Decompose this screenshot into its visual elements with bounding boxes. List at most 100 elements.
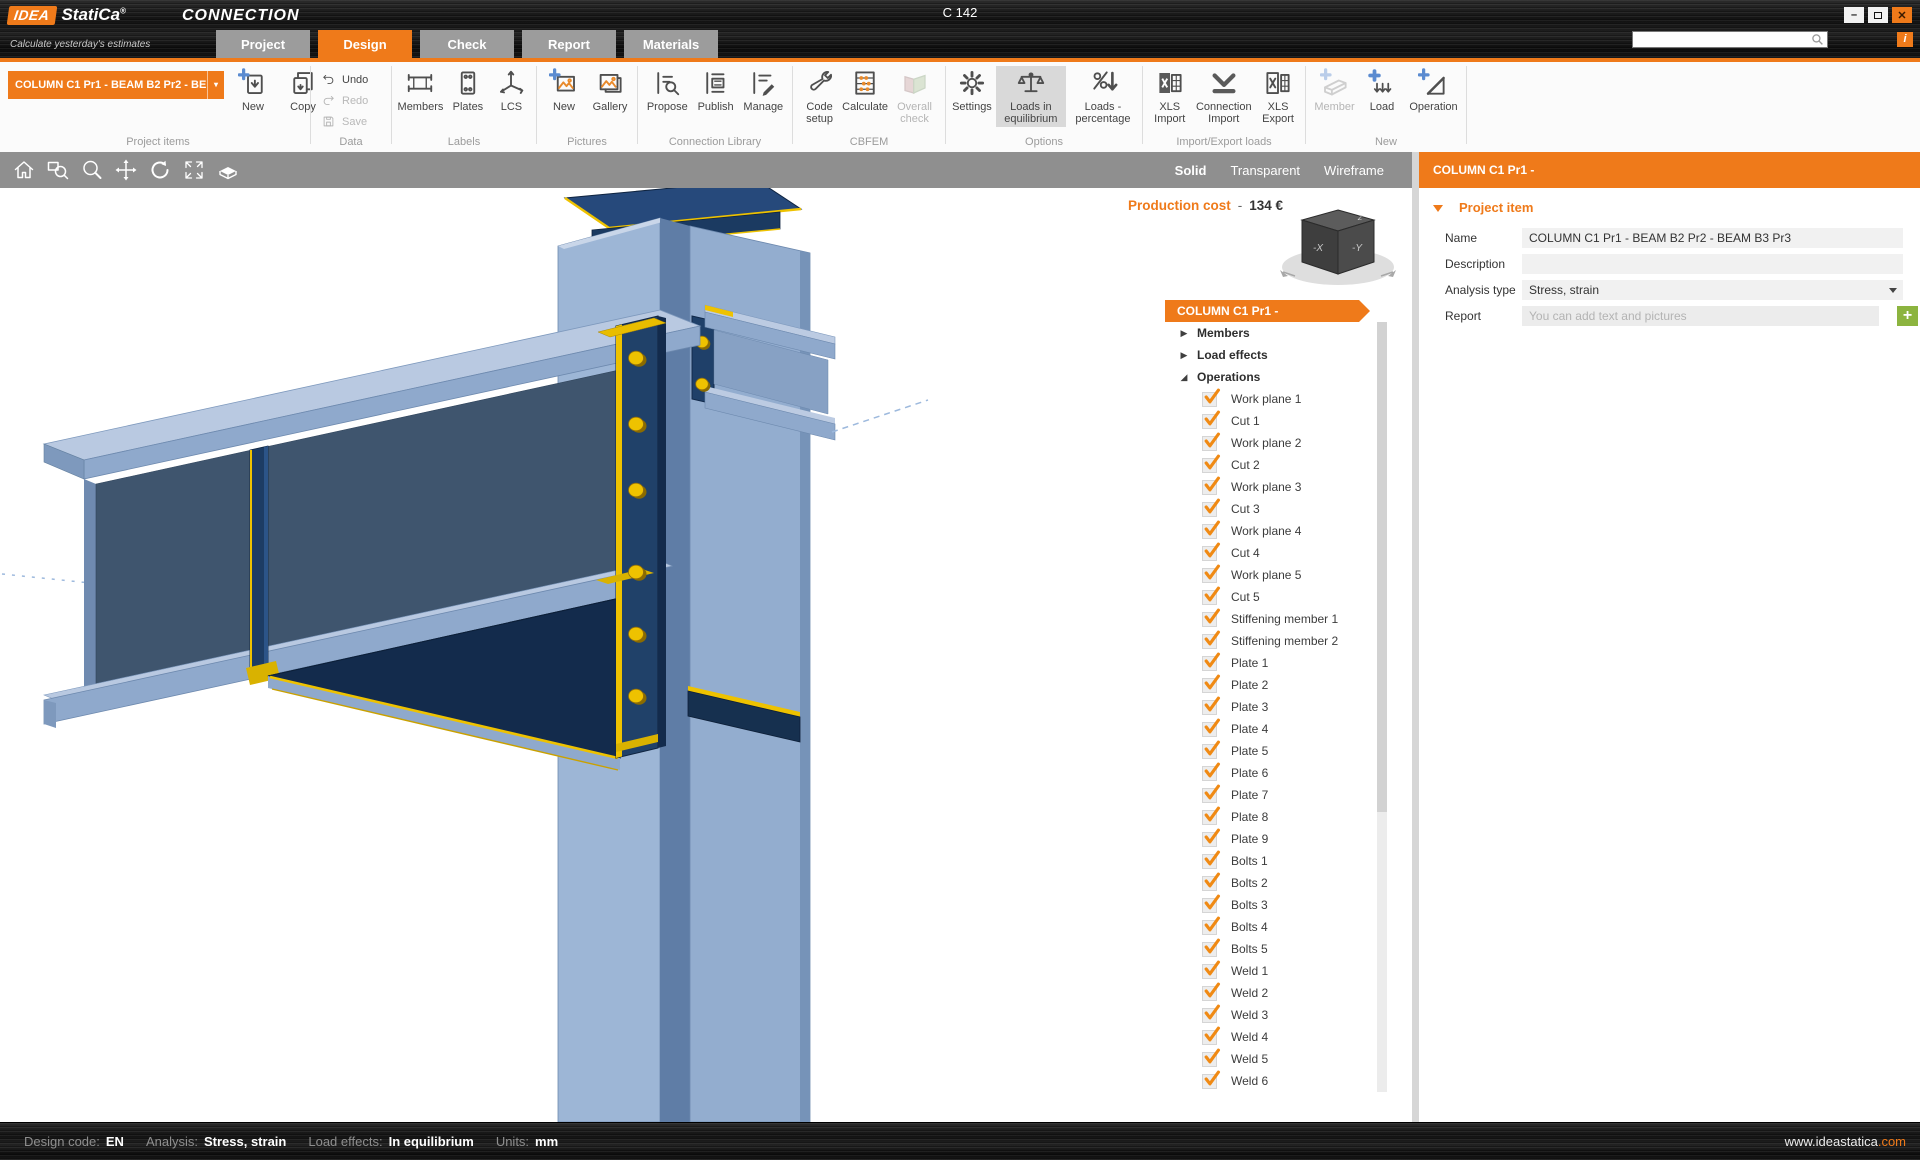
ribbon-button-code-setup[interactable]: Code setup [795, 66, 844, 127]
checkbox-checked[interactable] [1202, 656, 1217, 671]
search-box[interactable] [1632, 31, 1828, 48]
expanded-icon[interactable]: ◢ [1177, 372, 1191, 383]
tree-item-weld-5[interactable]: Weld 5 [1165, 1048, 1397, 1070]
report-field[interactable]: You can add text and pictures [1522, 306, 1879, 326]
tab-project[interactable]: Project [216, 30, 310, 58]
navigation-cube[interactable]: -X -Y Z [1276, 204, 1402, 294]
ribbon-button-members[interactable]: Members [396, 66, 446, 115]
name-field[interactable]: COLUMN C1 Pr1 - BEAM B2 Pr2 - BEAM B3 Pr… [1522, 228, 1903, 248]
checkbox-checked[interactable] [1202, 788, 1217, 803]
checkbox-checked[interactable] [1202, 436, 1217, 451]
tab-design[interactable]: Design [318, 30, 412, 58]
tree-item-stiffening-member-2[interactable]: Stiffening member 2 [1165, 630, 1397, 652]
pan-icon[interactable] [114, 158, 138, 182]
render-mode-transparent[interactable]: Transparent [1230, 163, 1300, 178]
checkbox-checked[interactable] [1202, 546, 1217, 561]
checkbox-checked[interactable] [1202, 524, 1217, 539]
tree-item-plate-8[interactable]: Plate 8 [1165, 806, 1397, 828]
checkbox-checked[interactable] [1202, 700, 1217, 715]
checkbox-checked[interactable] [1202, 634, 1217, 649]
checkbox-checked[interactable] [1202, 744, 1217, 759]
tree-item-weld-6[interactable]: Weld 6 [1165, 1070, 1397, 1092]
description-field[interactable] [1522, 254, 1903, 274]
ribbon-button-loads-in-equilibrium[interactable]: Loads in equilibrium [996, 66, 1066, 127]
ribbon-button-connection-import[interactable]: Connection Import [1194, 66, 1253, 127]
ribbon-button-save[interactable]: Save [321, 111, 367, 132]
checkbox-checked[interactable] [1202, 1008, 1217, 1023]
ribbon-button-load[interactable]: Load [1361, 66, 1403, 115]
ribbon-button-xls-import[interactable]: XLS Import [1145, 66, 1194, 127]
ribbon-button-undo[interactable]: Undo [321, 69, 368, 90]
checkbox-checked[interactable] [1202, 1074, 1217, 1089]
add-report-content-button[interactable]: + [1897, 306, 1918, 326]
tree-item-bolts-1[interactable]: Bolts 1 [1165, 850, 1397, 872]
checkbox-checked[interactable] [1202, 480, 1217, 495]
ribbon-button-loads-percentage[interactable]: Loads - percentage [1068, 66, 1138, 127]
ribbon-button-xls-export[interactable]: XLS Export [1253, 66, 1303, 127]
tree-item-stiffening-member-1[interactable]: Stiffening member 1 [1165, 608, 1397, 630]
tree-item-weld-1[interactable]: Weld 1 [1165, 960, 1397, 982]
tree-item-cut-1[interactable]: Cut 1 [1165, 410, 1397, 432]
tree-item-work-plane-4[interactable]: Work plane 4 [1165, 520, 1397, 542]
tree-item-weld-3[interactable]: Weld 3 [1165, 1004, 1397, 1026]
tree-item-bolts-4[interactable]: Bolts 4 [1165, 916, 1397, 938]
checkbox-checked[interactable] [1202, 920, 1217, 935]
ribbon-button-propose[interactable]: Propose [645, 66, 690, 115]
tree-category-operations[interactable]: ◢Operations [1165, 366, 1397, 388]
tree-item-plate-1[interactable]: Plate 1 [1165, 652, 1397, 674]
ribbon-button-gallery[interactable]: Gallery [589, 66, 631, 115]
checkbox-checked[interactable] [1202, 810, 1217, 825]
chevron-down-icon[interactable]: ▾ [207, 71, 224, 99]
tree-item-weld-4[interactable]: Weld 4 [1165, 1026, 1397, 1048]
tree-item-bolts-3[interactable]: Bolts 3 [1165, 894, 1397, 916]
tree-item-cut-5[interactable]: Cut 5 [1165, 586, 1397, 608]
checkbox-checked[interactable] [1202, 568, 1217, 583]
ribbon-button-operation[interactable]: Operation [1407, 66, 1459, 115]
collapsed-icon[interactable]: ▶ [1177, 328, 1191, 339]
tree-item-cut-4[interactable]: Cut 4 [1165, 542, 1397, 564]
rotate-icon[interactable] [148, 158, 172, 182]
minimize-button[interactable]: – [1844, 7, 1864, 23]
tree-item-weld-2[interactable]: Weld 2 [1165, 982, 1397, 1004]
tree-item-cut-2[interactable]: Cut 2 [1165, 454, 1397, 476]
checkbox-checked[interactable] [1202, 590, 1217, 605]
website-link[interactable]: www.ideastatica.com [1785, 1134, 1906, 1149]
checkbox-checked[interactable] [1202, 854, 1217, 869]
close-button[interactable]: ✕ [1892, 7, 1912, 23]
checkbox-checked[interactable] [1202, 964, 1217, 979]
render-mode-solid[interactable]: Solid [1175, 163, 1207, 178]
search-input[interactable] [1633, 33, 1811, 46]
ribbon-button-plates[interactable]: Plates [447, 66, 489, 115]
tree-scrollbar-thumb[interactable] [1377, 322, 1387, 812]
render-mode-wireframe[interactable]: Wireframe [1324, 163, 1384, 178]
clipping-box-icon[interactable] [216, 158, 240, 182]
ribbon-button-manage[interactable]: Manage [741, 66, 785, 115]
collapsed-icon[interactable]: ▶ [1177, 350, 1191, 361]
tree-category-load-effects[interactable]: ▶Load effects [1165, 344, 1397, 366]
ribbon-button-new[interactable]: New [232, 66, 274, 115]
project-items-dropdown[interactable]: COLUMN C1 Pr1 - BEAM B2 Pr2 - BE▾ [8, 71, 224, 99]
3d-viewport[interactable]: Production cost - 134 € -X -Y Z COLUMN C… [0, 188, 1412, 1122]
info-button[interactable]: i [1897, 32, 1913, 47]
tree-item-plate-9[interactable]: Plate 9 [1165, 828, 1397, 850]
ribbon-button-publish[interactable]: Publish [695, 66, 737, 115]
ribbon-button-calculate[interactable]: Calculate [844, 66, 886, 115]
checkbox-checked[interactable] [1202, 722, 1217, 737]
tree-item-plate-4[interactable]: Plate 4 [1165, 718, 1397, 740]
ribbon-button-lcs[interactable]: LCS [490, 66, 532, 115]
tree-item-plate-3[interactable]: Plate 3 [1165, 696, 1397, 718]
maximize-button[interactable] [1868, 7, 1888, 23]
fit-view-icon[interactable] [182, 158, 206, 182]
tree-item-bolts-5[interactable]: Bolts 5 [1165, 938, 1397, 960]
tree-item-plate-6[interactable]: Plate 6 [1165, 762, 1397, 784]
tree-item-cut-3[interactable]: Cut 3 [1165, 498, 1397, 520]
ribbon-button-redo[interactable]: Redo [321, 90, 368, 111]
tree-header[interactable]: COLUMN C1 Pr1 - [1165, 300, 1359, 322]
tree-item-plate-5[interactable]: Plate 5 [1165, 740, 1397, 762]
analysis-type-select[interactable]: Stress, strain [1522, 280, 1903, 300]
tree-item-work-plane-3[interactable]: Work plane 3 [1165, 476, 1397, 498]
checkbox-checked[interactable] [1202, 414, 1217, 429]
zoom-window-icon[interactable] [46, 158, 70, 182]
checkbox-checked[interactable] [1202, 392, 1217, 407]
checkbox-checked[interactable] [1202, 502, 1217, 517]
